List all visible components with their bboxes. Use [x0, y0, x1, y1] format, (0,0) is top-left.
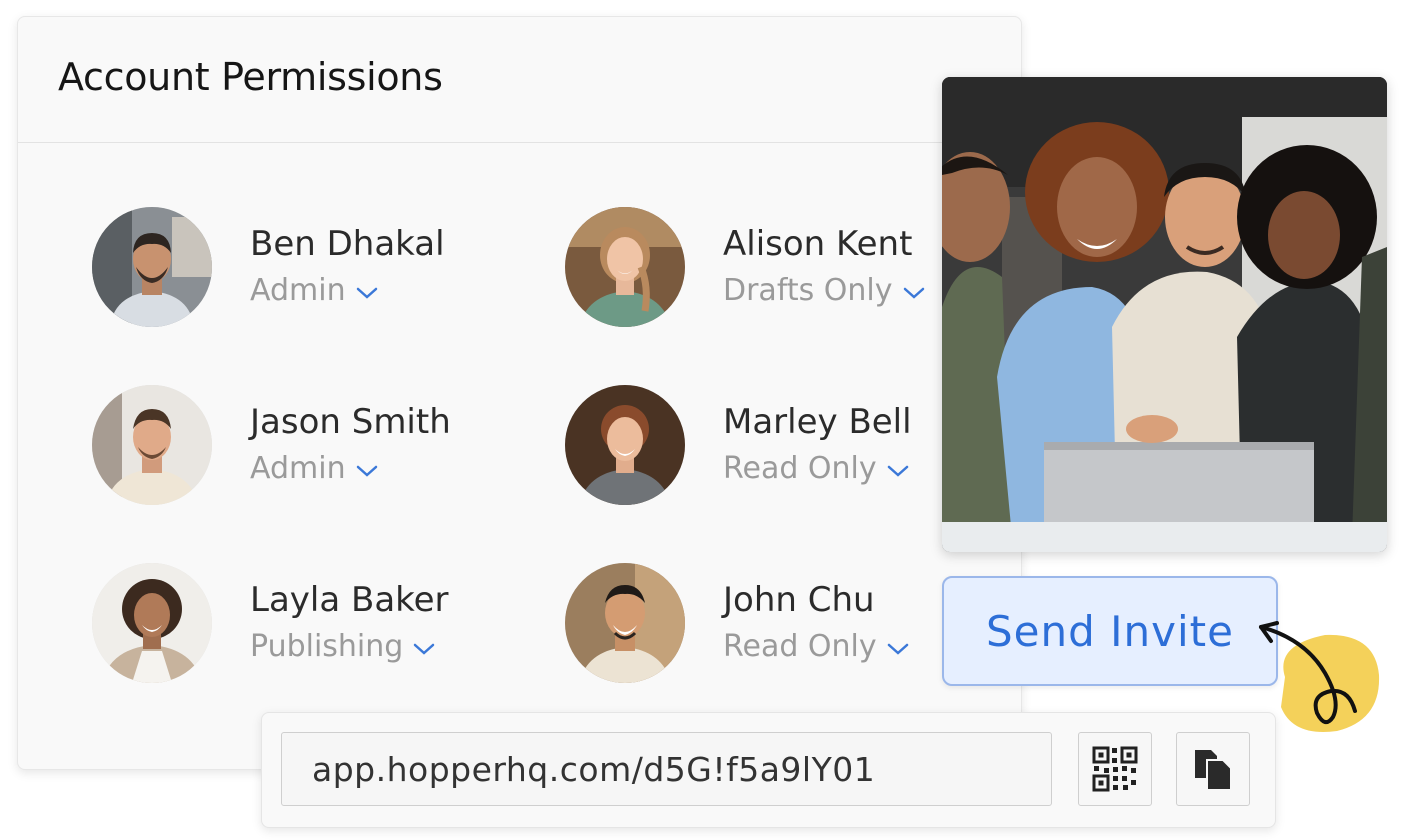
copy-link-button[interactable] [1176, 732, 1250, 806]
role-label: Read Only [723, 629, 877, 664]
role-dropdown[interactable]: Read Only [723, 450, 912, 488]
role-label: Admin [250, 273, 346, 308]
member-name: Alison Kent [723, 224, 913, 264]
member-name: Layla Baker [250, 580, 449, 620]
avatar [92, 385, 212, 505]
team-photo [942, 77, 1387, 552]
avatar [565, 563, 685, 683]
share-link-bar: app.hopperhq.com/d5G!f5a9lY01 [261, 712, 1276, 828]
chevron-down-icon [356, 465, 377, 477]
role-dropdown[interactable]: Read Only [723, 628, 909, 666]
role-dropdown[interactable]: Publishing [250, 628, 449, 666]
member-row: Ben Dhakal Admin [92, 207, 445, 327]
member-row: Alison Kent Drafts Only [565, 207, 925, 327]
avatar [92, 207, 212, 327]
account-permissions-panel: Account Permissions Ben Dhakal Admin Jas… [17, 16, 1022, 770]
role-label: Publishing [250, 629, 404, 664]
role-dropdown[interactable]: Drafts Only [723, 272, 925, 310]
member-row: Jason Smith Admin [92, 385, 451, 505]
member-row: John Chu Read Only [565, 563, 909, 683]
member-name: Jason Smith [250, 402, 451, 442]
chevron-down-icon [887, 465, 908, 477]
role-label: Read Only [723, 451, 877, 486]
panel-header: Account Permissions [18, 17, 1021, 143]
chevron-down-icon [356, 287, 377, 299]
member-name: John Chu [723, 580, 875, 620]
avatar [565, 385, 685, 505]
role-dropdown[interactable]: Admin [250, 450, 451, 488]
member-row: Layla Baker Publishing [92, 563, 449, 683]
chevron-down-icon [903, 287, 924, 299]
send-invite-button[interactable]: Send Invite [942, 576, 1278, 686]
qr-code-button[interactable] [1078, 732, 1152, 806]
member-row: Marley Bell Read Only [565, 385, 912, 505]
invite-link-field[interactable]: app.hopperhq.com/d5G!f5a9lY01 [281, 732, 1052, 806]
avatar [565, 207, 685, 327]
member-name: Marley Bell [723, 402, 912, 442]
member-name: Ben Dhakal [250, 224, 445, 264]
chevron-down-icon [887, 643, 908, 655]
role-label: Drafts Only [723, 273, 893, 308]
role-label: Admin [250, 451, 346, 486]
chevron-down-icon [414, 643, 435, 655]
qr-code-icon [1092, 746, 1138, 792]
copy-icon [1195, 750, 1232, 791]
role-dropdown[interactable]: Admin [250, 272, 445, 310]
page-title: Account Permissions [58, 55, 443, 99]
avatar [92, 563, 212, 683]
